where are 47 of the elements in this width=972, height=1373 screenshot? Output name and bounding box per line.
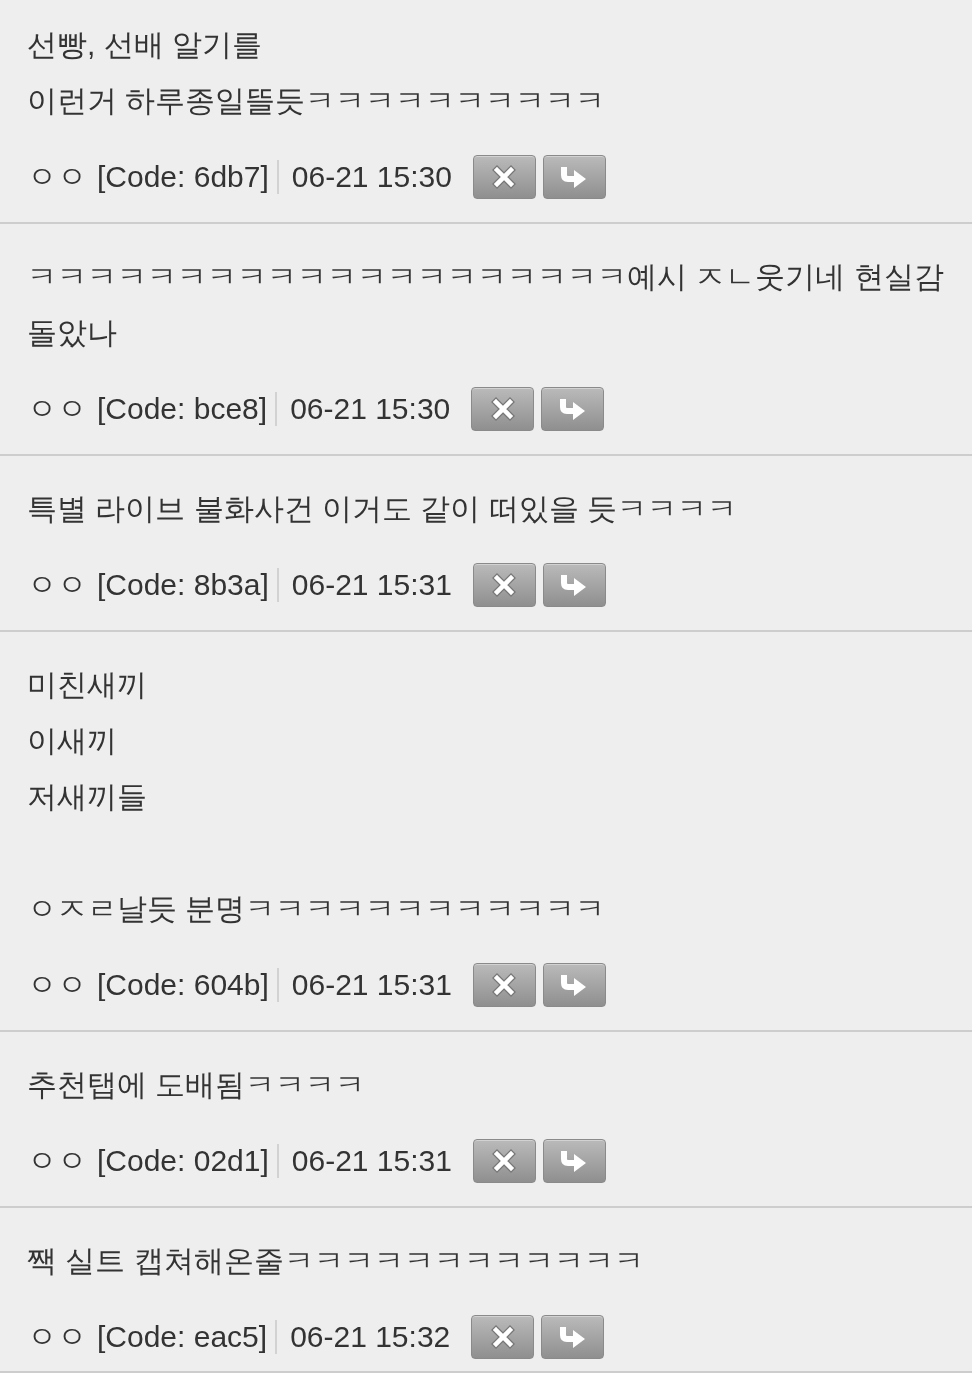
comment-text: 저새끼들	[27, 779, 147, 815]
author-name: ㅇㅇ	[27, 567, 87, 603]
comment-text: 미친새끼	[27, 667, 147, 703]
author-name: ㅇㅇ	[27, 391, 87, 427]
user-code: [Code: 8b3a]	[97, 567, 269, 603]
author-name: ㅇㅇ	[27, 159, 87, 195]
cross-icon	[490, 397, 515, 421]
delete-button[interactable]	[472, 1139, 536, 1183]
reply-button[interactable]	[541, 387, 605, 431]
comment-text: 특별 라이브 불화사건 이거도 같이 떠있을 듯ㅋㅋㅋㅋ	[27, 491, 737, 527]
comment-text: ㅇㅈㄹ날듯 분명ㅋㅋㅋㅋㅋㅋㅋㅋㅋㅋㅋㅋ	[27, 891, 606, 927]
comment-text: 이새끼	[27, 723, 117, 759]
delete-button[interactable]	[472, 563, 536, 607]
user-code: [Code: 02d1]	[97, 1143, 269, 1179]
user-code: [Code: 604b]	[97, 967, 269, 1003]
reply-button[interactable]	[542, 155, 606, 199]
user-code: [Code: eac5]	[97, 1319, 268, 1355]
comment-time: 06-21 15:31	[291, 1143, 452, 1179]
delete-button[interactable]	[471, 1315, 535, 1359]
reply-button[interactable]	[542, 563, 606, 607]
cross-icon	[492, 1149, 517, 1173]
comment-time: 06-21 15:32	[290, 1319, 451, 1355]
author-name: ㅇㅇ	[27, 1319, 87, 1355]
author-name: ㅇㅇ	[27, 1143, 87, 1179]
delete-button[interactable]	[472, 963, 536, 1007]
comment-time: 06-21 15:31	[291, 567, 452, 603]
reply-button[interactable]	[542, 1139, 606, 1183]
reply-button[interactable]	[541, 1315, 605, 1359]
cross-icon	[492, 165, 517, 189]
comment-time: 06-21 15:31	[291, 967, 452, 1003]
comment-text: 이런거 하루종일뜰듯ㅋㅋㅋㅋㅋㅋㅋㅋㅋㅋ	[27, 83, 606, 119]
comment-text: 짹 실트 캡쳐해온줄ㅋㅋㅋㅋㅋㅋㅋㅋㅋㅋㅋㅋ	[27, 1243, 644, 1279]
comment-time: 06-21 15:30	[291, 159, 452, 195]
reply-button[interactable]	[542, 963, 606, 1007]
author-name: ㅇㅇ	[27, 967, 87, 1003]
delete-button[interactable]	[471, 387, 535, 431]
comment-text: 돌았나	[27, 315, 117, 351]
delete-button[interactable]	[472, 155, 536, 199]
comment-text: ㅋㅋㅋㅋㅋㅋㅋㅋㅋㅋㅋㅋㅋㅋㅋㅋㅋㅋㅋㅋ예시 ㅈㄴ웃기네 현실감	[27, 259, 944, 295]
comment-text: 추천탭에 도배됨ㅋㅋㅋㅋ	[27, 1067, 366, 1103]
comment-time: 06-21 15:30	[290, 391, 451, 427]
cross-icon	[490, 1325, 515, 1349]
user-code: [Code: 6db7]	[97, 159, 269, 195]
cross-icon	[492, 973, 517, 997]
comment-text: 선빵, 선배 알기를	[27, 27, 262, 63]
cross-icon	[492, 573, 517, 597]
user-code: [Code: bce8]	[97, 391, 268, 427]
